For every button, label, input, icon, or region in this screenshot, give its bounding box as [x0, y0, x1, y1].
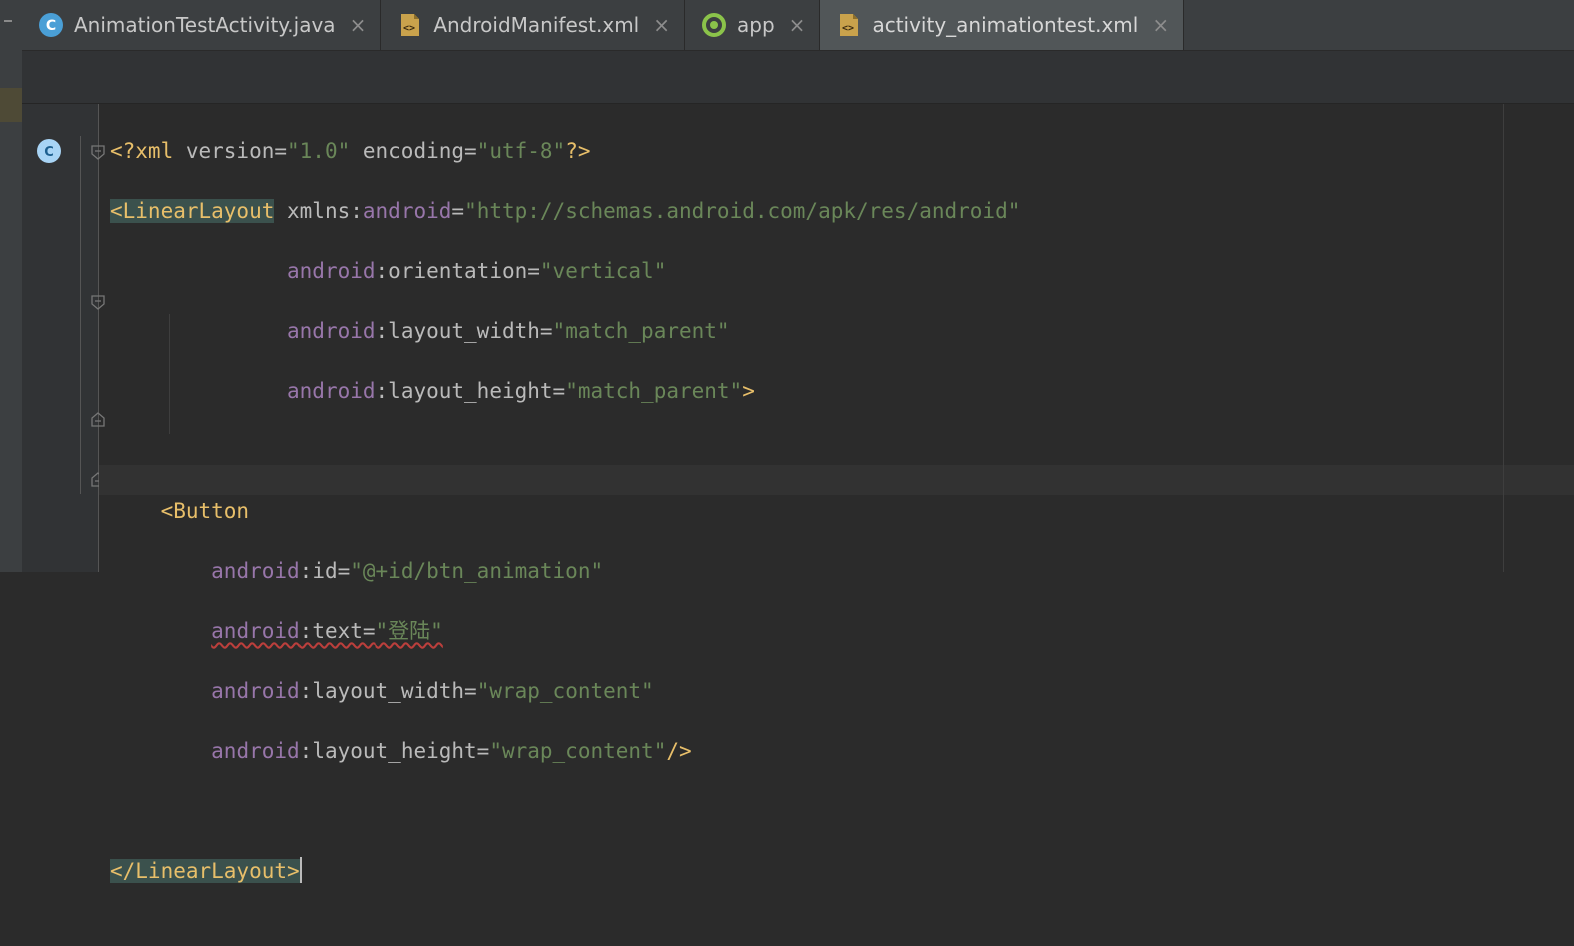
android-module-icon — [701, 12, 727, 38]
strip-highlight — [0, 88, 22, 122]
strip-dash — [4, 20, 12, 22]
tab-animation-test-activity[interactable]: C AnimationTestActivity.java × — [22, 0, 382, 50]
code-line-5: android:layout_height="match_parent"> — [287, 379, 755, 403]
code-line-1: <?xml version="1.0" encoding="utf-8"?> — [110, 139, 591, 163]
close-icon[interactable]: × — [789, 13, 806, 37]
fold-close-icon[interactable] — [90, 412, 106, 428]
class-c-icon[interactable]: C — [36, 138, 62, 164]
code-line-7: <Button — [160, 499, 250, 523]
tab-label: AnimationTestActivity.java — [74, 13, 336, 37]
tab-bar-empty-space — [1184, 0, 1574, 50]
code-line-13: </LinearLayout> — [110, 857, 302, 883]
code-text[interactable]: <?xml version="1.0" encoding="utf-8"?> <… — [110, 106, 1020, 946]
code-editor[interactable]: C <?xml version="1.0" encoding="utf-8"?>… — [22, 104, 1574, 883]
tab-app[interactable]: app × — [685, 0, 821, 50]
xml-file-icon: <> — [397, 12, 423, 38]
run-icon-letter: C — [44, 145, 54, 160]
tab-android-manifest[interactable]: <> AndroidManifest.xml × — [381, 0, 686, 50]
gutter-divider — [80, 136, 81, 494]
close-icon[interactable]: × — [350, 13, 367, 37]
java-class-icon: C — [38, 12, 64, 38]
left-tool-strip — [0, 0, 23, 572]
code-line-3: android:orientation="vertical" — [287, 259, 667, 283]
tab-label: app — [737, 13, 775, 37]
editor-gutter: C — [22, 104, 105, 572]
close-icon[interactable]: × — [1152, 13, 1169, 37]
code-line-11: android:layout_height="wrap_content"/> — [211, 739, 692, 763]
fold-open-icon[interactable] — [90, 294, 106, 310]
code-line-9: android:text="登陆" — [211, 619, 443, 643]
fold-open-icon[interactable] — [90, 144, 106, 160]
svg-text:C: C — [46, 18, 56, 34]
code-line-8: android:id="@+id/btn_animation" — [211, 559, 604, 583]
editor-tab-bar: C AnimationTestActivity.java × <> Androi… — [22, 0, 1574, 51]
code-line-4: android:layout_width="match_parent" — [287, 319, 730, 343]
right-margin-guide — [1503, 104, 1504, 572]
tab-activity-animationtest[interactable]: <> activity_animationtest.xml × — [820, 0, 1185, 50]
svg-text:<>: <> — [403, 23, 415, 34]
xml-file-icon: <> — [836, 12, 862, 38]
tab-label: AndroidManifest.xml — [433, 13, 640, 37]
text-caret — [299, 857, 302, 883]
svg-text:<>: <> — [842, 23, 854, 34]
close-icon[interactable]: × — [653, 13, 670, 37]
editor-breadcrumb-bar — [22, 51, 1574, 104]
code-line-2: <LinearLayout xmlns:android="http://sche… — [110, 199, 1021, 223]
code-line-10: android:layout_width="wrap_content" — [211, 679, 654, 703]
tab-label: activity_animationtest.xml — [872, 13, 1139, 37]
